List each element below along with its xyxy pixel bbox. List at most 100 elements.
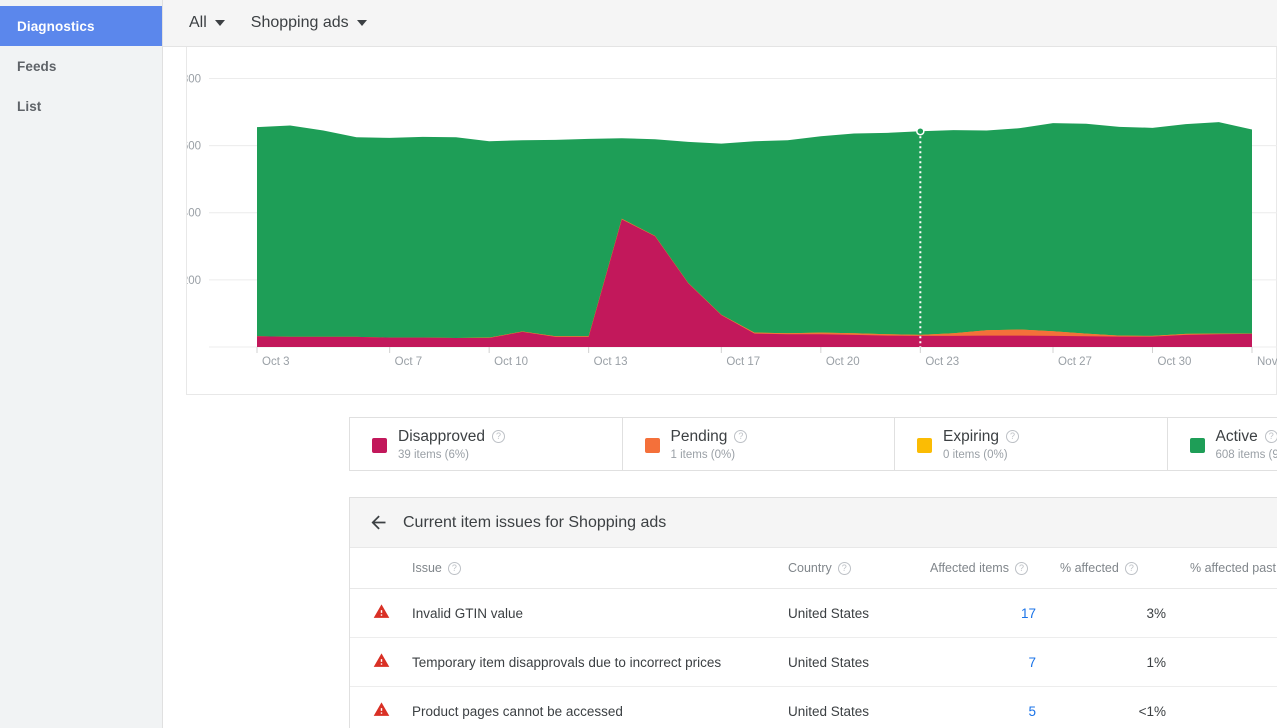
chevron-down-icon [357, 20, 367, 26]
row-issue: Invalid GTIN value [412, 589, 788, 638]
svg-text:Oct 30: Oct 30 [1158, 356, 1192, 368]
legend-item-active[interactable]: Active ? 608 items (94%) [1168, 418, 1277, 470]
legend-label-pending: Pending [671, 428, 728, 446]
help-icon[interactable]: ? [1015, 562, 1028, 575]
sidebar-item-label: Feeds [17, 59, 57, 74]
filter-shopping-ads-label: Shopping ads [251, 15, 349, 31]
pct-affected-value: 1% [1042, 655, 1172, 670]
row-pct-affected-past-clicks: <1% [1172, 687, 1277, 728]
issues-table: Issue ? Country ? Affect [350, 548, 1277, 728]
legend-item-pending[interactable]: Pending ? 1 items (0%) [623, 418, 896, 470]
sidebar-item-label: List [17, 99, 41, 114]
chart-canvas: 200 400 600 800 Oct 3 Oct 7 Oct 10 Oct 13 Oct 17… [187, 47, 1276, 394]
col-pct-affected-label: % affected [1060, 561, 1119, 575]
row-issue: Temporary item disapprovals due to incor… [412, 638, 788, 687]
affected-items-link[interactable]: 7 [912, 655, 1042, 670]
row-affected-items: 7 [912, 638, 1042, 687]
sidebar-item-diagnostics[interactable]: Diagnostics [0, 6, 162, 46]
chart-hover-point [917, 128, 924, 135]
svg-text:800: 800 [187, 73, 201, 85]
chart-legend: Disapproved ? 39 items (6%) Pending ? 1 … [349, 417, 1277, 471]
affected-items-link[interactable]: 5 [912, 704, 1042, 719]
table-header-row: Issue ? Country ? Affect [350, 548, 1277, 589]
legend-swatch-pending [645, 438, 660, 453]
svg-text:600: 600 [187, 141, 201, 153]
col-country[interactable]: Country ? [788, 548, 912, 589]
svg-text:Oct 17: Oct 17 [726, 356, 760, 368]
help-icon[interactable]: ? [1265, 430, 1277, 443]
help-icon[interactable]: ? [1006, 430, 1019, 443]
row-pct-affected-past-clicks: <1% [1172, 638, 1277, 687]
pct-affected-value: 3% [1042, 606, 1172, 621]
col-affected-items[interactable]: Affected items ? [912, 548, 1042, 589]
warning-triangle-icon [373, 603, 390, 623]
help-icon[interactable]: ? [838, 562, 851, 575]
back-arrow-icon[interactable] [366, 511, 390, 535]
legend-sub-active: 608 items (94%) [1216, 449, 1277, 461]
help-icon[interactable]: ? [448, 562, 461, 575]
legend-label-active: Active [1216, 428, 1258, 446]
col-issue-label: Issue [412, 561, 442, 575]
row-pct-affected: 1% [1042, 638, 1172, 687]
sidebar-item-feeds[interactable]: Feeds [0, 46, 162, 86]
sidebar-item-list[interactable]: List [0, 86, 162, 126]
warning-triangle-icon [373, 652, 390, 672]
sidebar: Diagnostics Feeds List [0, 0, 163, 728]
issues-table-body: Invalid GTIN value United States 17 3% 0… [350, 589, 1277, 728]
issues-table-header: Issue ? Country ? Affect [350, 548, 1277, 589]
help-icon[interactable]: ? [492, 430, 505, 443]
col-pct-affected-past-clicks[interactable]: % affected past clicks ? [1172, 548, 1277, 589]
col-country-label: Country [788, 561, 832, 575]
legend-label-expiring: Expiring [943, 428, 999, 446]
help-icon[interactable]: ? [734, 430, 747, 443]
row-country: United States [788, 687, 912, 728]
help-icon[interactable]: ? [1125, 562, 1138, 575]
legend-item-expiring[interactable]: Expiring ? 0 items (0%) [895, 418, 1168, 470]
pct-affected-value: <1% [1042, 704, 1172, 719]
svg-text:Oct 20: Oct 20 [826, 356, 860, 368]
filter-all-label: All [189, 15, 207, 31]
svg-text:200: 200 [187, 275, 201, 287]
legend-sub-disapproved: 39 items (6%) [398, 449, 505, 461]
issues-panel-title: Current item issues for Shopping ads [403, 514, 666, 532]
svg-text:Oct 13: Oct 13 [594, 356, 628, 368]
pct-past-clicks-value: <1% [1172, 704, 1277, 719]
row-country: United States [788, 589, 912, 638]
affected-items-link[interactable]: 17 [912, 606, 1042, 621]
pct-past-clicks-value: 0% [1172, 606, 1277, 621]
table-row[interactable]: Product pages cannot be accessed United … [350, 687, 1277, 728]
table-row[interactable]: Invalid GTIN value United States 17 3% 0… [350, 589, 1277, 638]
col-pct-affected[interactable]: % affected ? [1042, 548, 1172, 589]
diagnostics-page: Diagnostics Feeds List All Shopping ads … [0, 0, 1277, 728]
filter-all-dropdown[interactable]: All [189, 15, 225, 31]
filter-toolbar: All Shopping ads Latest 7:41 AM [163, 0, 1277, 47]
stacked-area-chart: 200 400 600 800 Oct 3 Oct 7 Oct 10 Oct 13 Oct 17… [187, 47, 1277, 394]
row-status-cell [350, 589, 412, 638]
col-issue[interactable]: Issue ? [412, 548, 788, 589]
row-affected-items: 17 [912, 589, 1042, 638]
col-status [350, 548, 412, 589]
legend-swatch-expiring [917, 438, 932, 453]
svg-text:Oct 27: Oct 27 [1058, 356, 1092, 368]
issues-panel-header: Current item issues for Shopping ads [350, 498, 1277, 548]
svg-text:400: 400 [187, 208, 201, 220]
row-pct-affected: 3% [1042, 589, 1172, 638]
sidebar-item-label: Diagnostics [17, 19, 95, 34]
table-row[interactable]: Temporary item disapprovals due to incor… [350, 638, 1277, 687]
svg-text:Nov 2: Nov 2 [1257, 356, 1277, 368]
col-pct-affected-past-clicks-label: % affected past clicks [1190, 561, 1277, 575]
legend-item-disapproved[interactable]: Disapproved ? 39 items (6%) [350, 418, 623, 470]
legend-sub-pending: 1 items (0%) [671, 449, 748, 461]
svg-text:Oct 7: Oct 7 [395, 356, 422, 368]
legend-swatch-disapproved [372, 438, 387, 453]
row-issue: Product pages cannot be accessed [412, 687, 788, 728]
row-affected-items: 5 [912, 687, 1042, 728]
main-content: All Shopping ads Latest 7:41 AM 200 400 60… [163, 0, 1277, 728]
svg-text:Oct 3: Oct 3 [262, 356, 289, 368]
svg-text:Oct 10: Oct 10 [494, 356, 528, 368]
item-status-chart[interactable]: 200 400 600 800 Oct 3 Oct 7 Oct 10 Oct 13 Oct 17… [186, 47, 1277, 395]
row-status-cell [350, 638, 412, 687]
row-status-cell [350, 687, 412, 728]
filter-shopping-ads-dropdown[interactable]: Shopping ads [251, 15, 367, 31]
col-affected-items-label: Affected items [930, 561, 1009, 575]
